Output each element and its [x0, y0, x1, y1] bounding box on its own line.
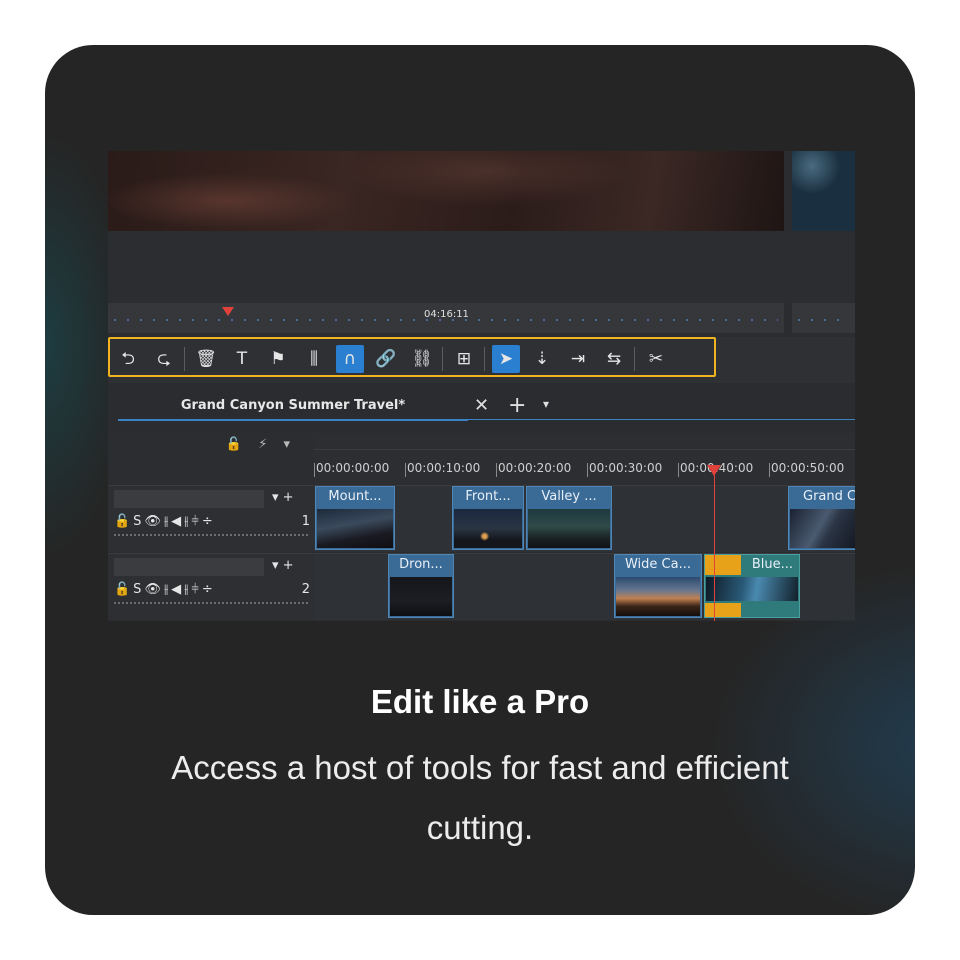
track-header-2: ▾ + 🔓S👁⫲◀⫲⫩÷ 2: [108, 553, 314, 620]
slip-icon[interactable]: ⇆: [600, 345, 628, 373]
magnet-snap-icon[interactable]: ∩: [336, 345, 364, 373]
clip-title: Grand C: [803, 489, 855, 504]
clip-thumbnail: [454, 509, 522, 548]
timecode-tick: [314, 463, 315, 477]
project-tabbar: Grand Canyon Summer Travel* ✕ + ▾: [108, 383, 855, 437]
link-icon[interactable]: 🔗: [372, 345, 400, 373]
trim-icon[interactable]: ⇥: [564, 345, 592, 373]
add-tab-icon[interactable]: +: [508, 393, 526, 418]
timecode-label: 00:00:50:00: [771, 461, 845, 475]
undo-icon[interactable]: ⮌: [114, 345, 142, 373]
clip-title: Wide Ca...: [624, 557, 691, 572]
timecode-tick: [496, 463, 497, 477]
track-lane-2[interactable]: Dron... Wide Ca... Blue...: [314, 553, 855, 620]
monitor-ruler-secondary[interactable]: [792, 303, 855, 333]
clip-title: Mount...: [328, 489, 382, 504]
edit-toolbar: ⮌ ⮎ 🗑 T ⚑ ⫼ ∩ 🔗 ⛓ ⊞ ➤ ⇣ ⇥ ⇆ ✂: [108, 337, 855, 383]
clip-thumbnail: [317, 509, 393, 548]
track-add-control[interactable]: ▾ +: [272, 558, 294, 573]
promo-card: 04:16:11 ⮌ ⮎ 🗑 T ⚑ ⫼ ∩ 🔗 ⛓ ⊞ ➤ ⇣ ⇥ ⇆ ✂ G…: [45, 45, 915, 915]
timeline-clip[interactable]: Mount...: [315, 486, 395, 550]
clip-thumbnail: [790, 509, 855, 548]
timecode-tick: [769, 463, 770, 477]
timecode-tick: [587, 463, 588, 477]
track-lane-1[interactable]: Mount... Front... Valley ... Grand C: [314, 485, 855, 552]
audio-mixer-icon[interactable]: ⫼: [300, 345, 328, 373]
ruler-playhead-marker[interactable]: [222, 307, 234, 316]
title-icon[interactable]: T: [228, 345, 256, 373]
track-number: 1: [301, 514, 310, 529]
track-number: 2: [301, 582, 310, 597]
timeline-clip[interactable]: Valley ...: [526, 486, 612, 550]
toolbar-separator: [442, 347, 443, 371]
delete-icon[interactable]: 🗑: [192, 345, 220, 373]
clip-thumbnail: [528, 509, 610, 548]
toolbar-separator: [634, 347, 635, 371]
timecode-tick: [678, 463, 679, 477]
selected-timeline-clip[interactable]: Blue...: [704, 554, 800, 618]
ripple-icon[interactable]: ⇣: [528, 345, 556, 373]
track-divider: [114, 602, 310, 604]
track-name-field[interactable]: [114, 558, 264, 576]
tabbar-underline: [468, 419, 855, 420]
video-editor-screenshot: 04:16:11 ⮌ ⮎ 🗑 T ⚑ ⫼ ∩ 🔗 ⛓ ⊞ ➤ ⇣ ⇥ ⇆ ✂ G…: [108, 151, 855, 621]
track-toggle-icons[interactable]: 🔓S👁⫲◀⫲⫩÷: [114, 582, 216, 597]
chevron-down-icon[interactable]: ▾: [543, 397, 549, 411]
timeline-ruler[interactable]: 00:00:00:00 00:00:10:00 00:00:20:00 00:0…: [314, 433, 855, 486]
monitor-area: [108, 231, 855, 303]
track-name-field[interactable]: [114, 490, 264, 508]
timecode-label: 00:00:10:00: [407, 461, 481, 475]
selection-highlight: [705, 603, 741, 617]
track-header-controls: 🔓 ⚡ ▾: [108, 433, 314, 485]
ruler-current-time: 04:16:11: [424, 309, 469, 320]
close-icon[interactable]: ✕: [474, 395, 489, 416]
insert-icon[interactable]: ⊞: [450, 345, 478, 373]
timeline-clip[interactable]: Grand C: [788, 486, 855, 550]
timeline-clip[interactable]: Dron...: [388, 554, 454, 618]
timecode-label: 00:00:30:00: [589, 461, 663, 475]
unlink-icon[interactable]: ⛓: [408, 345, 436, 373]
redo-icon[interactable]: ⮎: [150, 345, 178, 373]
toolbar-highlight-frame: ⮌ ⮎ 🗑 T ⚑ ⫼ ∩ 🔗 ⛓ ⊞ ➤ ⇣ ⇥ ⇆ ✂: [108, 337, 716, 377]
subtitle: Access a host of tools for fast and effi…: [171, 749, 789, 846]
track-header-1: ▾ + 🔓S👁⫲◀⫲⫩÷ 1: [108, 485, 314, 552]
clip-title: Front...: [465, 489, 511, 504]
select-arrow-icon[interactable]: ➤: [492, 345, 520, 373]
timecode-label: 00:00:20:00: [498, 461, 572, 475]
toolbar-separator: [184, 347, 185, 371]
marker-flag-icon[interactable]: ⚑: [264, 345, 292, 373]
clip-title: Blue...: [751, 557, 793, 572]
clip-thumbnail: [616, 577, 700, 616]
track-divider: [114, 534, 310, 536]
tab-project[interactable]: Grand Canyon Summer Travel*: [118, 395, 468, 421]
lock-all-icon[interactable]: 🔓 ⚡ ▾: [226, 437, 296, 452]
timeline-clip[interactable]: Front...: [452, 486, 524, 550]
headline: Edit like a Pro: [370, 683, 590, 720]
clip-thumbnail: [706, 577, 798, 601]
track-add-control[interactable]: ▾ +: [272, 490, 294, 505]
track-toggle-icons[interactable]: 🔓S👁⫲◀⫲⫩÷: [114, 514, 216, 529]
clip-title: Dron...: [399, 557, 443, 572]
clip-thumbnail: [390, 577, 452, 616]
timeline-clip[interactable]: Wide Ca...: [614, 554, 702, 618]
monitor-ruler[interactable]: 04:16:11: [108, 303, 784, 333]
clip-title: Valley ...: [541, 489, 597, 504]
cut-scissors-icon[interactable]: ✂: [642, 345, 670, 373]
timeline-playhead[interactable]: [714, 471, 715, 621]
preview-monitor: [108, 151, 784, 231]
ruler-ticks-secondary: [798, 319, 849, 321]
timecode-tick: [405, 463, 406, 477]
timecode-label: 00:00:00:00: [316, 461, 390, 475]
toolbar-separator: [484, 347, 485, 371]
preview-monitor-secondary: [792, 151, 855, 231]
